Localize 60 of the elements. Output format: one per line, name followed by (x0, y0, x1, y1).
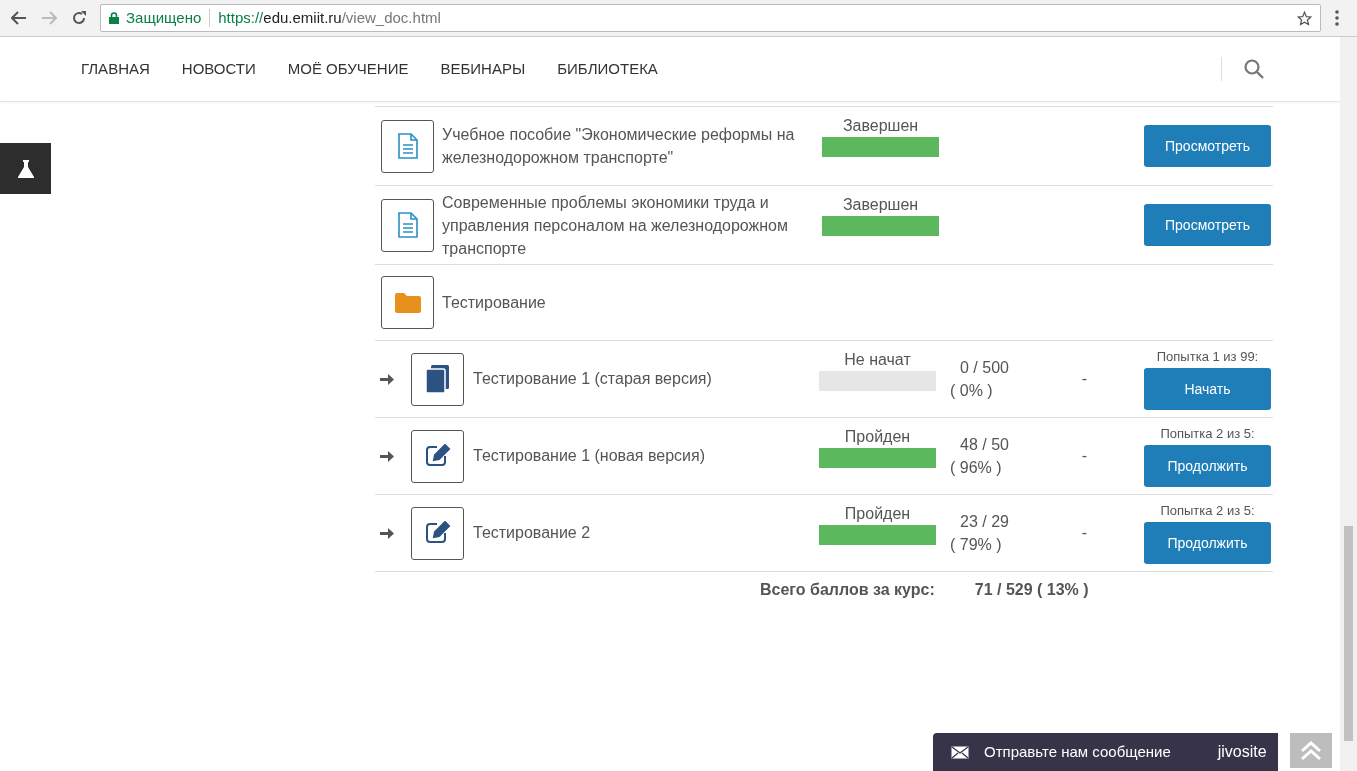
status-label: Завершен (842, 116, 919, 136)
flask-icon (17, 159, 34, 178)
arrow-right-icon (380, 372, 394, 386)
percent-text: ( 96% ) (950, 458, 1002, 478)
folder-title: Тестирование (442, 292, 546, 313)
reload-icon[interactable] (71, 10, 87, 26)
action-button[interactable]: Просмотреть (1144, 125, 1271, 167)
chat-widget[interactable]: Отправьте нам сообщение jivosite (933, 733, 1278, 771)
folder-icon (394, 292, 421, 313)
document-icon (396, 212, 419, 238)
double-chevron-up-icon (1300, 740, 1322, 761)
status-label: Не начат (844, 350, 911, 370)
attempt-label: Попытка 2 из 5: (1160, 425, 1255, 443)
arrow-right-icon (380, 526, 394, 540)
dash-text: - (1081, 446, 1088, 466)
score-text: 48 / 50 (959, 435, 1009, 455)
address-bar[interactable]: Защищено https://edu.emiit.ru/view_doc.html (100, 4, 1321, 32)
chat-label: Отправьте нам сообщение (984, 741, 1171, 762)
status-label: Пройден (844, 427, 911, 447)
nav-link[interactable]: НОВОСТИ (181, 57, 256, 81)
flask-tab[interactable] (0, 143, 51, 194)
attempt-label: Попытка 2 из 5: (1160, 502, 1255, 520)
arrow-right-icon (380, 449, 394, 463)
url-text: https://edu.emiit.ru/view_doc.html (218, 7, 441, 28)
nav-link[interactable]: ГЛАВНАЯ (81, 57, 150, 81)
edit-icon (424, 444, 451, 468)
nav-link[interactable]: БИБЛИОТЕКА (557, 57, 658, 81)
status-label: Завершен (842, 195, 919, 215)
percent-text: ( 0% ) (950, 381, 993, 401)
dash-text: - (1081, 369, 1088, 389)
item-title: Учебное пособие "Экономические реформы на железнодорожном транспорте" (442, 125, 796, 168)
action-button[interactable]: Просмотреть (1144, 204, 1271, 246)
edit-icon (424, 521, 451, 545)
item-title: Современные проблемы экономики труда и управления персоналом на железнодорожном транспорте (442, 192, 789, 259)
book-icon (424, 365, 451, 393)
status-label: Пройден (844, 504, 911, 524)
back-icon[interactable] (11, 11, 27, 25)
attempt-label: Попытка 1 из 99: (1156, 348, 1259, 366)
star-icon[interactable] (1297, 10, 1312, 26)
menu-icon[interactable] (1335, 10, 1339, 26)
lock-icon (109, 12, 119, 24)
nav-link[interactable]: МОЁ ОБУЧЕНИЕ (287, 57, 409, 81)
action-button[interactable]: Продолжить (1144, 445, 1271, 487)
score-text: 23 / 29 (959, 512, 1009, 532)
test-title: Тестирование 1 (новая версия) (473, 446, 706, 466)
total-label: Всего баллов за курс: (760, 580, 935, 600)
chat-brand: jivosite (1217, 742, 1267, 762)
search-icon[interactable] (1244, 59, 1264, 79)
total-value: 71 / 529 ( 13% ) (974, 580, 1089, 600)
secure-label: Защищено (126, 7, 202, 28)
percent-text: ( 79% ) (950, 535, 1002, 555)
nav-link[interactable]: ВЕБИНАРЫ (440, 57, 526, 81)
envelope-icon (951, 745, 969, 759)
dash-text: - (1081, 523, 1088, 543)
test-title: Тестирование 1 (старая версия) (473, 369, 713, 389)
score-text: 0 / 500 (959, 358, 1009, 378)
action-button[interactable]: Продолжить (1144, 522, 1271, 564)
action-button[interactable]: Начать (1144, 368, 1271, 410)
document-icon (396, 133, 419, 159)
test-title: Тестирование 2 (473, 523, 592, 543)
